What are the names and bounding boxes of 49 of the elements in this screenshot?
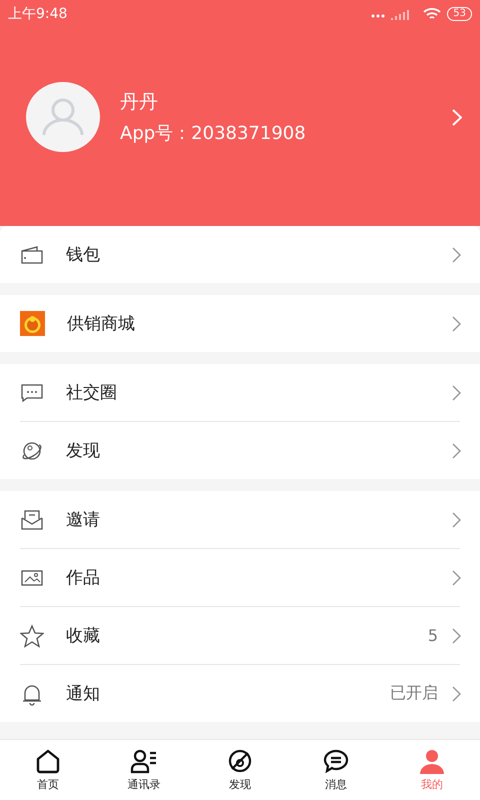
person-outline-icon [41,97,85,137]
menu-item[interactable]: 发现 [0,422,480,479]
tab[interactable]: 通讯录 [96,740,192,800]
battery-level: 53 [447,7,472,21]
menu-item[interactable]: 作品 [0,549,480,606]
menu-item[interactable]: 通知 已开启 [0,665,480,722]
chat-icon [20,382,44,402]
envelope-icon [20,508,44,530]
tab[interactable]: 首页 [0,740,96,800]
chevron-right-icon [452,512,461,528]
menu-item[interactable]: 收藏 5 [0,607,480,664]
chevron-right-icon[interactable] [452,108,462,126]
wallet-icon [20,244,44,264]
message-icon [322,748,350,774]
tab[interactable]: 消息 [288,740,384,800]
menu-item[interactable]: 钱包 [0,226,480,283]
chevron-right-icon [452,384,461,400]
compass-icon [227,748,253,774]
status-time: 上午9:48 [8,5,68,23]
tab[interactable]: 发现 [192,740,288,800]
wifi-icon [423,8,442,20]
menu-label: 社交圈 [66,382,118,404]
menu-item[interactable]: 邀请 [0,491,480,548]
menu-label: 收藏 [66,625,101,647]
chevron-right-icon [452,442,461,458]
menu-label: 钱包 [66,244,101,266]
chevron-right-icon [452,628,461,644]
menu-label: 作品 [66,567,101,589]
planet-icon [20,440,44,462]
chevron-right-icon [452,316,461,332]
chevron-right-icon [452,686,461,702]
app-id: App号：2038371908 [120,122,307,145]
menu-label: 邀请 [66,509,101,531]
menu-label: 发现 [66,440,101,462]
chevron-right-icon [452,246,461,262]
person-icon [419,748,445,774]
contacts-icon [130,748,158,774]
menu-value: 已开启 [390,683,438,704]
shop-logo-icon [20,311,45,336]
menu-label: 通知 [66,683,101,705]
menu-value: 5 [428,626,438,645]
menu-item[interactable]: 供销商城 [0,295,480,352]
menu-label: 供销商城 [67,313,136,335]
chevron-right-icon [452,570,461,586]
menu-item[interactable]: 社交圈 [0,364,480,421]
image-icon [20,568,44,588]
star-icon [20,624,44,648]
home-icon [35,748,61,774]
user-name: 丹丹 [120,90,159,115]
